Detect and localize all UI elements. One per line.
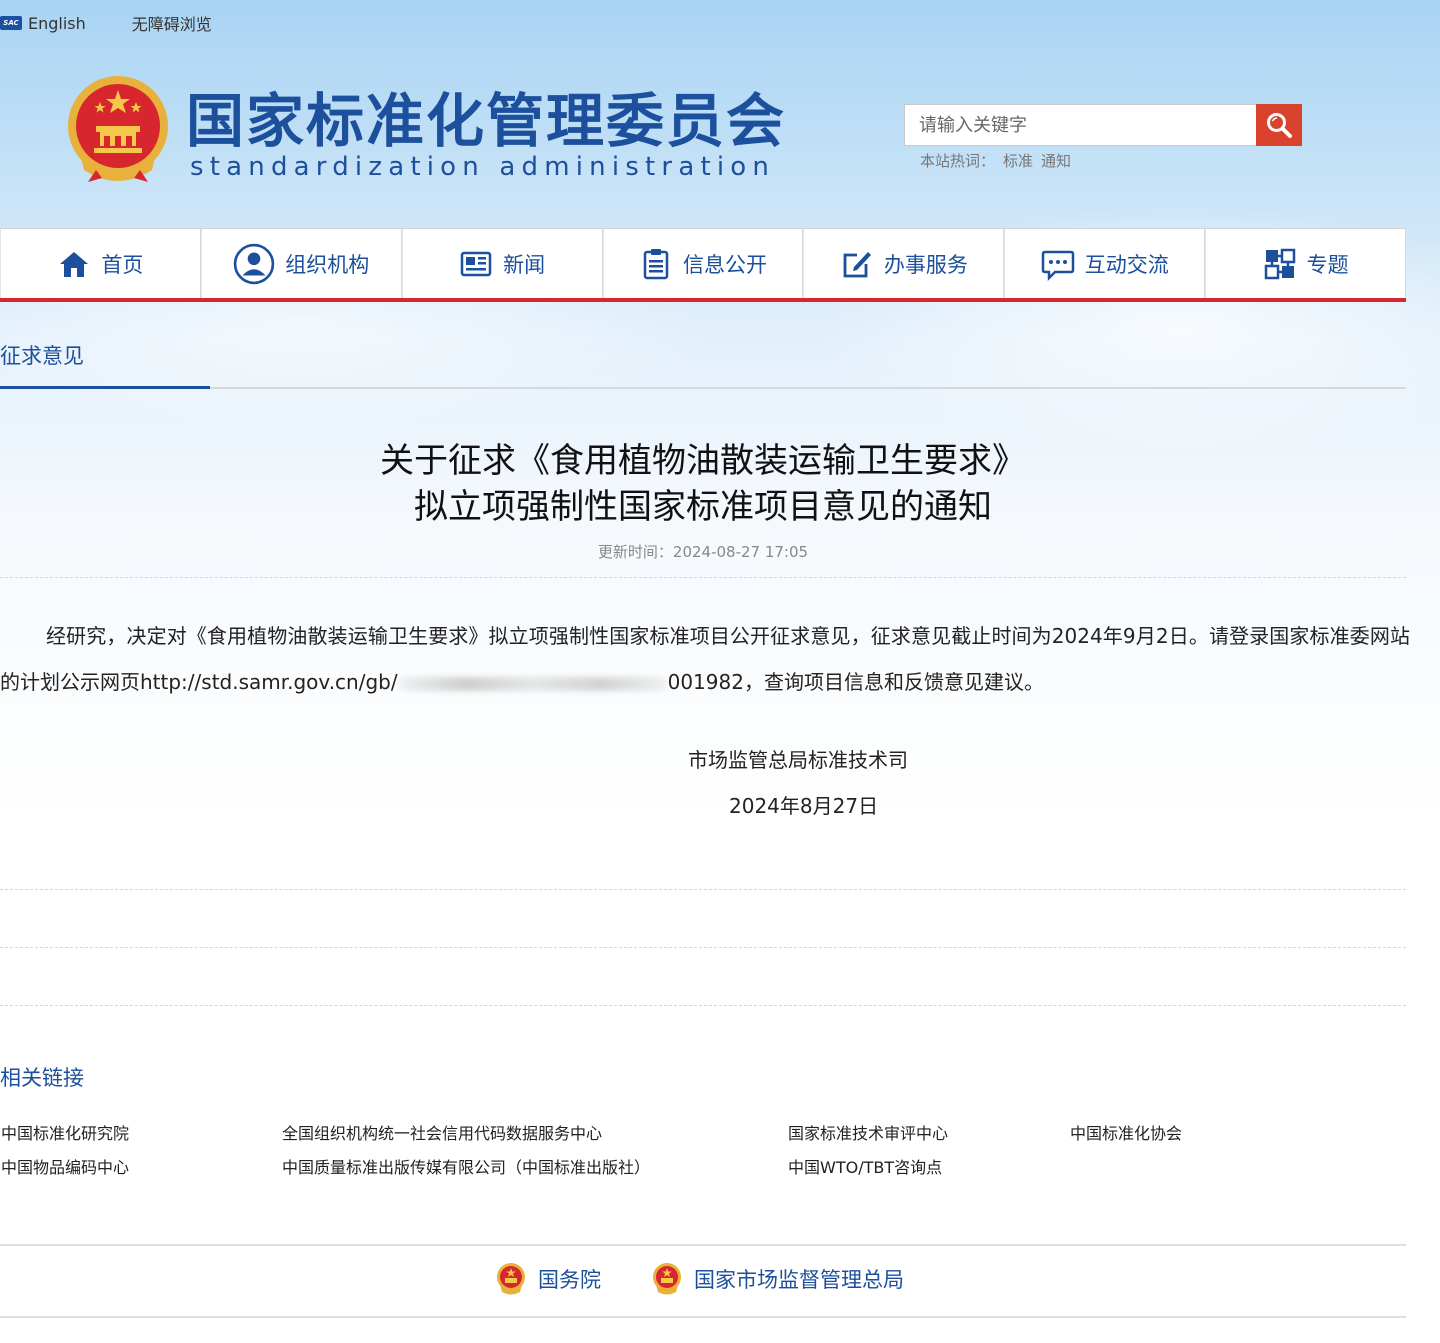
topics-icon xyxy=(1264,248,1295,279)
home-icon xyxy=(60,251,89,277)
nav-item-label: 首页 xyxy=(101,252,144,277)
english-link[interactable]: SAC English xyxy=(0,14,86,33)
hot-word-notice[interactable]: 通知 xyxy=(1041,150,1071,171)
related-link[interactable]: 中国WTO/TBT咨询点 xyxy=(788,1154,942,1178)
nav-item-interaction[interactable]: 互动交流 xyxy=(1004,229,1206,298)
related-link[interactable]: 中国物品编码中心 xyxy=(1,1154,129,1178)
body-text-part2: 001982，查询项目信息和反馈意见建议。 xyxy=(667,670,1044,694)
signature-date: 2024年8月27日 xyxy=(729,794,879,818)
section-divider xyxy=(0,387,1406,389)
top-bar: SAC English 无障碍浏览 xyxy=(0,8,212,38)
article-title-line1: 关于征求《食用植物油散装运输卫生要求》 xyxy=(380,441,1026,481)
nav-item-label: 信息公开 xyxy=(683,252,767,277)
signature-department: 市场监管总局标准技术司 xyxy=(688,748,908,772)
nav-item-organization[interactable]: 组织机构 xyxy=(200,229,402,298)
nav-item-services[interactable]: 办事服务 xyxy=(803,229,1005,298)
redacted-url-segment xyxy=(397,676,668,691)
clipboard-icon xyxy=(643,248,669,279)
footer-divider xyxy=(0,1244,1406,1246)
emblem-icon xyxy=(497,1263,525,1295)
related-link[interactable]: 中国标准化协会 xyxy=(1070,1120,1182,1144)
main-nav: 首页 组织机构 新闻 信息公开 办事服务 互动交流 专题 xyxy=(0,228,1407,302)
nav-item-topics[interactable]: 专题 xyxy=(1205,229,1407,298)
national-emblem-icon xyxy=(66,74,170,184)
search-input[interactable] xyxy=(905,105,1256,145)
edit-icon xyxy=(843,251,871,277)
person-icon xyxy=(234,243,275,284)
search-box xyxy=(904,104,1302,146)
nav-item-label: 互动交流 xyxy=(1084,252,1169,277)
divider xyxy=(0,889,1406,890)
nav-item-label: 办事服务 xyxy=(883,252,968,277)
emblem-icon xyxy=(653,1263,681,1295)
hot-words: 本站热词： 标准 通知 xyxy=(920,150,1071,171)
accessibility-link[interactable]: 无障碍浏览 xyxy=(132,11,212,35)
hot-word-standard[interactable]: 标准 xyxy=(1003,150,1033,171)
search-icon xyxy=(1267,113,1292,138)
section-tab-comments[interactable]: 征求意见 xyxy=(0,340,84,370)
nav-item-label: 专题 xyxy=(1306,252,1349,277)
site-subtitle: standardization administration xyxy=(190,152,776,182)
section-active-indicator xyxy=(0,386,210,389)
hot-words-label: 本站热词： xyxy=(920,152,996,170)
nav-item-info-disclosure[interactable]: 信息公开 xyxy=(602,229,804,298)
english-label: English xyxy=(28,13,86,33)
related-link[interactable]: 中国质量标准出版传媒有限公司（中国标准出版社） xyxy=(282,1154,650,1178)
nav-item-home[interactable]: 首页 xyxy=(0,229,201,298)
related-link[interactable]: 中国标准化研究院 xyxy=(1,1120,129,1144)
footer-link-samr[interactable]: 国家市场监督管理总局 xyxy=(652,1262,904,1296)
related-link[interactable]: 全国组织机构统一社会信用代码数据服务中心 xyxy=(282,1120,602,1144)
article-body: 经研究，决定对《食用植物油散装运输卫生要求》拟立项强制性国家标准项目公开征求意见… xyxy=(0,613,1410,705)
footer-divider xyxy=(0,1316,1406,1318)
related-link[interactable]: 国家标准技术审评中心 xyxy=(788,1120,948,1144)
footer-link-state-council[interactable]: 国务院 xyxy=(496,1262,601,1296)
divider xyxy=(0,577,1406,578)
sac-logo-icon: SAC xyxy=(0,16,22,30)
article-title-line2: 拟立项强制性国家标准项目意见的通知 xyxy=(414,487,992,527)
article-title: 关于征求《食用植物油散装运输卫生要求》 拟立项强制性国家标准项目意见的通知 xyxy=(0,438,1406,530)
nav-item-label: 新闻 xyxy=(503,252,546,277)
divider xyxy=(0,947,1406,948)
update-time: 更新时间：2024-08-27 17:05 xyxy=(597,543,809,561)
newspaper-icon xyxy=(460,251,492,276)
site-title: 国家标准化管理委员会 xyxy=(186,87,787,155)
related-links-title: 相关链接 xyxy=(0,1066,84,1090)
nav-item-label: 组织机构 xyxy=(285,252,370,277)
chat-icon xyxy=(1041,250,1074,281)
nav-item-news[interactable]: 新闻 xyxy=(401,229,603,298)
footer-link-label: 国务院 xyxy=(538,1268,601,1292)
search-button[interactable] xyxy=(1256,104,1302,146)
footer-link-label: 国家市场监督管理总局 xyxy=(694,1268,904,1292)
divider xyxy=(0,1005,1406,1006)
